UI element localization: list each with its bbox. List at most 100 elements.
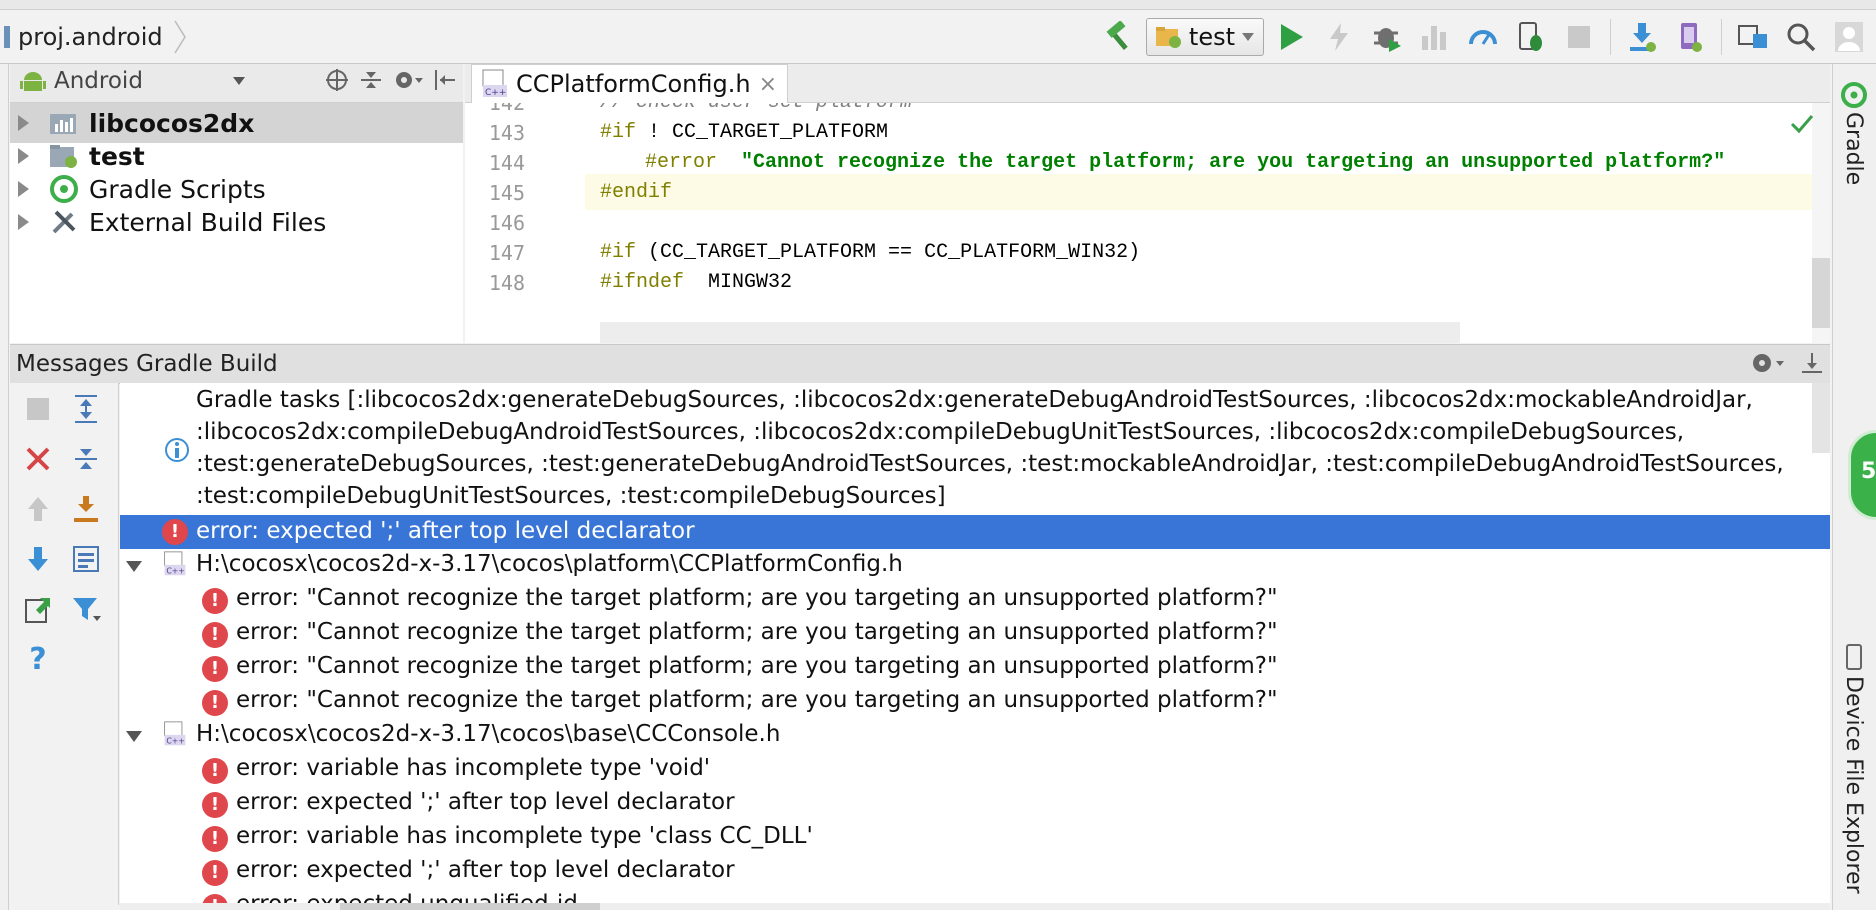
left-tool-strip xyxy=(0,64,9,910)
device-file-explorer-tab[interactable]: Device File Explorer xyxy=(1841,676,1866,894)
notification-badge[interactable]: 5 xyxy=(1848,430,1876,520)
collapse-arrow-icon[interactable] xyxy=(126,561,142,572)
breadcrumb: proj.android xyxy=(4,10,187,63)
code-text: MINGW32 xyxy=(684,271,793,294)
collapse-arrow-icon[interactable] xyxy=(126,731,142,742)
module-icon xyxy=(49,108,79,138)
code-line: // check user set platform xyxy=(600,103,912,114)
filter-icon[interactable] xyxy=(66,589,106,629)
previous-message-icon[interactable] xyxy=(18,489,58,529)
device-debug-icon[interactable] xyxy=(1510,16,1552,58)
inactive-code-highlight xyxy=(600,322,1460,343)
sdk-manager-icon[interactable] xyxy=(1621,16,1663,58)
app-module-icon xyxy=(49,141,79,171)
line-number: 144 xyxy=(488,151,525,175)
expand-arrow-icon[interactable] xyxy=(18,214,29,230)
user-avatar-icon[interactable] xyxy=(1828,16,1870,58)
messages-list: Gradle tasks [:libcocos2dx:generateDebug… xyxy=(120,383,1830,905)
messages-panel-header: Messages Gradle Build xyxy=(10,344,1830,384)
message-info-line[interactable]: :libcocos2dx:compileDebugAndroidTestSour… xyxy=(196,419,1826,445)
build-hammer-icon[interactable] xyxy=(1098,16,1140,58)
line-number: 143 xyxy=(488,121,525,145)
message-error[interactable]: error: variable has incomplete type 'cla… xyxy=(236,823,1826,849)
gear-icon[interactable] xyxy=(393,68,423,92)
chevron-down-icon xyxy=(1242,32,1254,41)
open-external-icon[interactable] xyxy=(18,589,58,629)
messages-horizontal-scrollbar-thumb[interactable] xyxy=(340,903,600,910)
expand-arrow-icon[interactable] xyxy=(18,181,29,197)
tools-icon xyxy=(49,207,79,237)
toolbar-divider xyxy=(1610,18,1611,55)
locate-icon[interactable] xyxy=(325,68,349,92)
error-icon: ! xyxy=(202,690,228,716)
gear-icon[interactable] xyxy=(1750,351,1786,375)
code-directive: #if xyxy=(600,241,637,264)
apply-changes-icon[interactable] xyxy=(1318,16,1360,58)
tree-item-label: test xyxy=(89,141,145,171)
folder-icon xyxy=(4,25,10,48)
code-line: #error "Cannot recognize the target plat… xyxy=(645,151,1725,174)
line-number: 147 xyxy=(488,241,525,265)
hide-pane-icon[interactable] xyxy=(433,68,457,92)
message-error[interactable]: error: variable has incomplete type 'voi… xyxy=(236,755,1826,781)
message-info-line[interactable]: Gradle tasks [:libcocos2dx:generateDebug… xyxy=(196,387,1826,413)
message-row-selected[interactable]: ! error: expected ';' after top level de… xyxy=(120,515,1830,549)
stop-icon[interactable] xyxy=(18,389,58,429)
breadcrumb-project[interactable]: proj.android xyxy=(18,23,163,51)
android-folder-icon xyxy=(1155,26,1181,48)
message-error[interactable]: error: "Cannot recognize the target plat… xyxy=(236,687,1826,713)
error-icon: ! xyxy=(202,622,228,648)
line-number-gutter: 142 143 144 145 146 147 148 xyxy=(465,103,585,343)
help-icon[interactable]: ? xyxy=(18,639,58,679)
project-view-selector[interactable]: Android xyxy=(20,68,246,94)
attach-debugger-icon[interactable] xyxy=(1462,16,1504,58)
message-error[interactable]: error: "Cannot recognize the target plat… xyxy=(236,619,1826,645)
stop-icon[interactable] xyxy=(1558,16,1600,58)
messages-panel-title: Messages Gradle Build xyxy=(16,351,278,377)
collapse-all-icon[interactable] xyxy=(66,439,106,479)
code-directive: #ifndef xyxy=(600,271,685,294)
info-icon xyxy=(165,438,189,462)
message-info-line[interactable]: :test:compileDebugUnitTestSources, :test… xyxy=(196,483,1826,509)
code-editor[interactable]: 142 143 144 145 146 147 148 // check use… xyxy=(465,103,1830,343)
project-pane-header: Android xyxy=(10,64,463,103)
search-icon[interactable] xyxy=(1780,16,1822,58)
expand-all-icon[interactable] xyxy=(66,389,106,429)
collapse-all-icon[interactable] xyxy=(359,68,383,92)
editor-scrollbar-thumb[interactable] xyxy=(1812,258,1830,328)
messages-scrollbar-thumb[interactable] xyxy=(1812,383,1830,453)
message-file-path[interactable]: H:\cocosx\cocos2d-x-3.17\cocos\platform\… xyxy=(196,551,1826,577)
expand-arrow-icon[interactable] xyxy=(18,115,29,131)
run-icon[interactable] xyxy=(1270,16,1312,58)
message-error[interactable]: error: expected ';' after top level decl… xyxy=(236,789,1826,815)
svg-text:C++: C++ xyxy=(485,88,506,98)
main-toolbar: test xyxy=(1098,10,1870,63)
next-message-icon[interactable] xyxy=(18,539,58,579)
avd-manager-icon[interactable] xyxy=(1669,16,1711,58)
message-error[interactable]: error: expected ';' after top level decl… xyxy=(236,857,1826,883)
project-tree: libcocos2dx test Gradle Scripts External… xyxy=(10,103,463,343)
debug-icon[interactable] xyxy=(1366,16,1408,58)
editor-tab-bar: C++ CCPlatformConfig.h × xyxy=(465,64,1830,103)
android-icon xyxy=(20,72,46,91)
expand-arrow-icon[interactable] xyxy=(18,148,29,164)
svg-text:C++: C++ xyxy=(166,737,185,746)
line-number: 145 xyxy=(488,181,525,205)
project-structure-icon[interactable] xyxy=(1732,16,1774,58)
gradle-tool-tab[interactable]: Gradle xyxy=(1841,112,1866,185)
editor-tab-ccplatformconfig[interactable]: C++ CCPlatformConfig.h × xyxy=(471,64,789,103)
cpp-header-file-icon: C++ xyxy=(482,69,507,98)
message-info-line[interactable]: :test:generateDebugSources, :test:genera… xyxy=(196,451,1826,477)
close-icon[interactable]: × xyxy=(759,72,777,97)
profile-icon[interactable] xyxy=(1414,16,1456,58)
preview-icon[interactable] xyxy=(66,539,106,579)
hide-panel-icon[interactable] xyxy=(1800,351,1824,375)
message-error[interactable]: error: "Cannot recognize the target plat… xyxy=(236,653,1826,679)
message-file-path[interactable]: H:\cocosx\cocos2d-x-3.17\cocos\base\CCCo… xyxy=(196,721,1826,747)
tree-item-external-build-files[interactable]: External Build Files xyxy=(10,202,463,242)
close-icon[interactable] xyxy=(18,439,58,479)
run-configuration-select[interactable]: test xyxy=(1145,17,1264,56)
message-error[interactable]: error: "Cannot recognize the target plat… xyxy=(236,585,1826,611)
inspection-ok-icon[interactable] xyxy=(1790,113,1814,135)
export-icon[interactable] xyxy=(66,489,106,529)
